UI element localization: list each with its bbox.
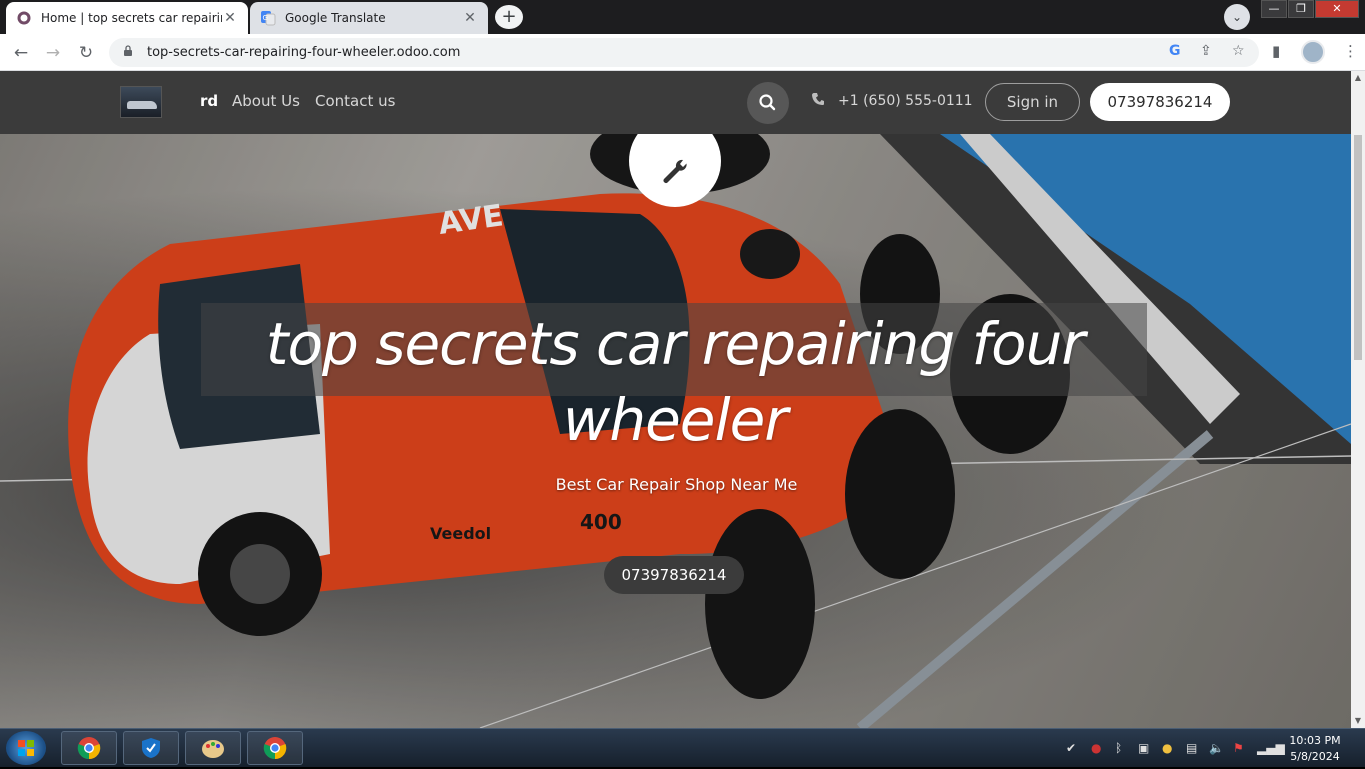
- page-scrollbar[interactable]: ▲ ▼: [1351, 71, 1365, 728]
- clock-time: 10:03 PM: [1289, 734, 1341, 747]
- scroll-thumb[interactable]: [1354, 135, 1362, 360]
- hero-section: AVE Veedol 400 top secrets car repairing…: [0, 134, 1351, 728]
- taskbar-chrome-app[interactable]: [61, 731, 117, 765]
- clock-date: 5/8/2024: [1290, 750, 1340, 763]
- nav-item-home[interactable]: rd: [200, 92, 218, 110]
- wrench-icon: [663, 159, 687, 183]
- tray-security-icon[interactable]: ●: [1091, 741, 1101, 755]
- chrome-icon: [77, 737, 101, 760]
- site-header: rd About Us Contact us +1 (650) 555-0111…: [0, 71, 1351, 134]
- new-tab-button[interactable]: +: [495, 5, 523, 29]
- share-icon[interactable]: ⇪: [1200, 43, 1212, 59]
- tray-update-icon[interactable]: ●: [1162, 741, 1172, 755]
- odoo-favicon-icon: [16, 10, 32, 26]
- windows-logo-icon: [18, 740, 34, 756]
- taskbar-vpn-app[interactable]: [123, 731, 179, 765]
- tab-home[interactable]: Home | top secrets car repairing f ✕: [6, 2, 248, 34]
- maximize-button[interactable]: ❐: [1288, 0, 1314, 18]
- search-button[interactable]: [747, 82, 789, 124]
- tray-bluetooth-icon[interactable]: ᛒ: [1115, 741, 1122, 755]
- tray-display-icon[interactable]: ▣: [1138, 741, 1149, 755]
- tab-search-chevron-icon[interactable]: ⌄: [1224, 4, 1250, 30]
- svg-text:G: G: [263, 14, 268, 22]
- hero-title: top secrets car repairing four wheeler: [265, 310, 1085, 454]
- forward-arrow-icon[interactable]: →: [40, 40, 66, 66]
- hero-call-button[interactable]: 07397836214: [604, 556, 744, 594]
- header-call-button[interactable]: 07397836214: [1090, 83, 1230, 121]
- minimize-button[interactable]: —: [1261, 0, 1287, 18]
- web-page: rd About Us Contact us +1 (650) 555-0111…: [0, 71, 1351, 728]
- tab-google-translate[interactable]: G Google Translate ✕: [250, 2, 488, 34]
- hero-subtitle: Best Car Repair Shop Near Me: [555, 475, 798, 494]
- windows-taskbar: ✔ ● ᛒ ▣ ● ▤ 🔈 ⚑ ▂▄▆ 10:03 PM 5/8/2024: [0, 728, 1365, 767]
- profile-avatar[interactable]: [1301, 40, 1325, 64]
- tray-flag-icon[interactable]: ⚑: [1233, 741, 1244, 755]
- scroll-up-icon[interactable]: ▲: [1351, 71, 1365, 85]
- side-panel-icon[interactable]: ▮: [1272, 42, 1280, 60]
- nav-item-about-us[interactable]: About Us: [232, 92, 300, 110]
- header-phone-number[interactable]: +1 (650) 555-0111: [838, 93, 973, 109]
- paint-palette-icon: [202, 740, 224, 758]
- browser-toolbar: ← → ↻ top-secrets-car-repairing-four-whe…: [0, 34, 1365, 71]
- site-logo[interactable]: [120, 86, 162, 118]
- taskbar-clock[interactable]: 10:03 PM 5/8/2024: [1284, 733, 1346, 765]
- google-lens-icon[interactable]: G: [1169, 43, 1181, 59]
- phone-icon: [811, 92, 825, 110]
- chrome-icon: [263, 737, 287, 760]
- reload-icon[interactable]: ↻: [73, 40, 99, 66]
- start-button[interactable]: [6, 731, 46, 765]
- tray-volume-icon[interactable]: 🔈: [1209, 741, 1224, 755]
- shield-icon: [142, 738, 160, 758]
- tab-title: Home | top secrets car repairing f: [41, 11, 222, 25]
- tab-title: Google Translate: [285, 11, 386, 25]
- window-close-button[interactable]: ✕: [1315, 0, 1359, 18]
- tray-usb-icon[interactable]: ▤: [1186, 741, 1197, 755]
- nav-item-contact-us[interactable]: Contact us: [315, 92, 395, 110]
- back-arrow-icon[interactable]: ←: [8, 40, 34, 66]
- close-tab-icon[interactable]: ✕: [222, 10, 238, 26]
- scroll-down-icon[interactable]: ▼: [1351, 714, 1365, 728]
- address-bar[interactable]: top-secrets-car-repairing-four-wheeler.o…: [109, 38, 1259, 67]
- google-translate-icon: G: [260, 10, 276, 26]
- menu-kebab-icon[interactable]: ⋮: [1343, 42, 1358, 60]
- tray-signal-icon[interactable]: ▂▄▆: [1257, 741, 1285, 755]
- taskbar-paint-app[interactable]: [185, 731, 241, 765]
- star-icon[interactable]: ☆: [1232, 43, 1245, 59]
- search-icon: [759, 94, 776, 111]
- tray-network-check-icon[interactable]: ✔: [1066, 741, 1076, 755]
- url-text: top-secrets-car-repairing-four-wheeler.o…: [147, 45, 461, 60]
- browser-tab-strip: Home | top secrets car repairing f ✕ G G…: [0, 0, 1365, 34]
- sign-in-button[interactable]: Sign in: [985, 83, 1080, 121]
- close-tab-icon[interactable]: ✕: [462, 10, 478, 26]
- taskbar-chrome-app-2[interactable]: [247, 731, 303, 765]
- lock-icon: [123, 45, 135, 60]
